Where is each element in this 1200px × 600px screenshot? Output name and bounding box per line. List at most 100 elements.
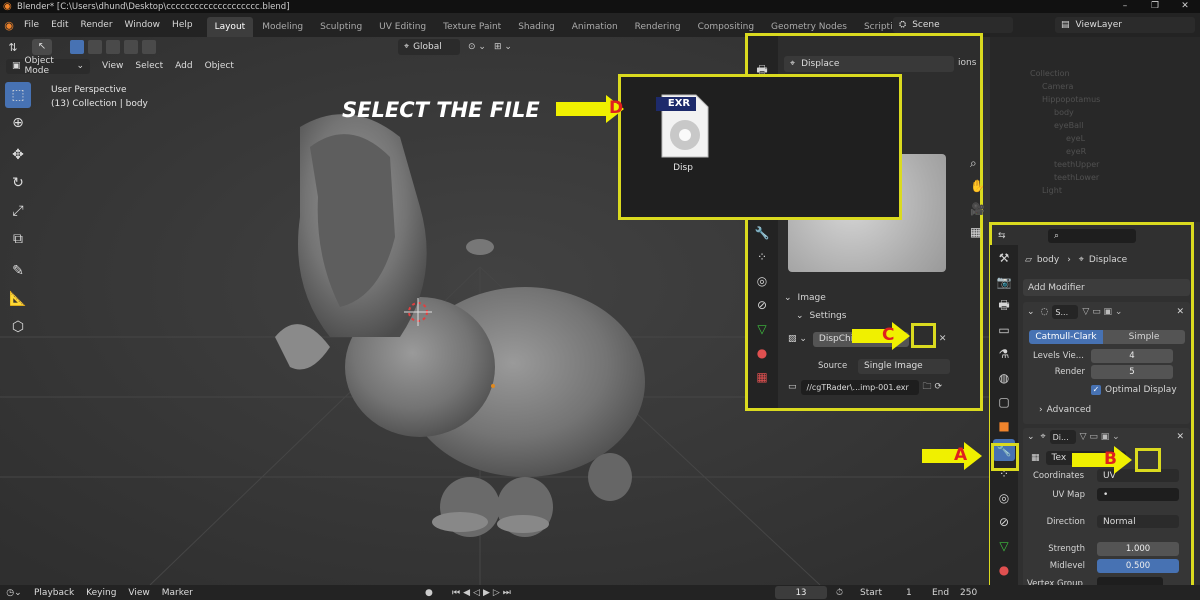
editor-type-icon[interactable]: ◷⌄ bbox=[0, 588, 28, 598]
outliner-item[interactable]: eyeR bbox=[1030, 145, 1200, 158]
ortho-grid-icon[interactable]: ▦ bbox=[970, 221, 985, 244]
mode-dropdown[interactable]: ▣ Object Mode ⌄ bbox=[6, 56, 90, 76]
modifier-toggles-icon[interactable]: ▽ ▭ ▣ ⌄ bbox=[1080, 432, 1120, 442]
outliner-item[interactable]: Hippopotamus bbox=[1030, 93, 1200, 106]
start-field[interactable]: 1 bbox=[906, 588, 912, 598]
texture-tab-icon[interactable]: ▦ bbox=[751, 366, 773, 388]
viewport-menu-view[interactable]: View bbox=[96, 58, 129, 74]
add-modifier-button[interactable]: Add Modifier bbox=[1023, 279, 1190, 296]
add-cube-tool-icon[interactable]: ⬡ bbox=[5, 314, 31, 340]
material-tab-icon[interactable]: ● bbox=[751, 342, 773, 364]
tab-layout[interactable]: Layout bbox=[206, 17, 254, 37]
maximize-button[interactable]: ❐ bbox=[1140, 0, 1170, 13]
close-window-button[interactable]: ✕ bbox=[1170, 0, 1200, 13]
viewport-menu-object[interactable]: Object bbox=[199, 58, 240, 74]
tab-texture-paint[interactable]: Texture Paint bbox=[435, 17, 509, 37]
blender-menu-icon[interactable]: ◉ bbox=[0, 19, 18, 32]
output-tab-icon[interactable]: 🖶 bbox=[993, 295, 1015, 317]
optimal-display-checkbox[interactable]: ✓ bbox=[1091, 385, 1101, 395]
exr-file-item[interactable]: EXR Disp bbox=[656, 91, 710, 173]
outliner-item[interactable]: teethLower bbox=[1030, 171, 1200, 184]
menu-help[interactable]: Help bbox=[166, 13, 199, 37]
tab-animation[interactable]: Animation bbox=[564, 17, 626, 37]
expand-chevron-icon[interactable]: ⌄ bbox=[1027, 307, 1035, 317]
select-subtract-icon[interactable] bbox=[106, 40, 120, 54]
outliner-item[interactable]: Collection bbox=[1030, 67, 1200, 80]
move-tool-icon[interactable]: ✥ bbox=[5, 142, 31, 168]
menu-render[interactable]: Render bbox=[75, 13, 119, 37]
select-box-icon[interactable] bbox=[70, 40, 84, 54]
texture-datablock[interactable]: ⌖ Displace bbox=[784, 56, 954, 72]
outliner-item[interactable]: Light bbox=[1030, 184, 1200, 197]
tab-shading[interactable]: Shading bbox=[510, 17, 563, 37]
menu-window[interactable]: Window bbox=[119, 13, 167, 37]
scene-selector[interactable]: ⛭ Scene bbox=[893, 17, 1013, 33]
menu-edit[interactable]: Edit bbox=[45, 13, 74, 37]
simple-button[interactable]: Simple bbox=[1103, 330, 1185, 344]
advanced-label[interactable]: Advanced bbox=[1047, 405, 1091, 415]
zoom-icon[interactable]: ⌕ bbox=[970, 152, 985, 175]
browse-folder-icon[interactable]: 🗀 bbox=[923, 379, 932, 395]
file-pack-icon[interactable]: ▭ bbox=[788, 382, 797, 392]
cursor-tool-icon[interactable]: ⊕ bbox=[5, 110, 31, 136]
view-layer-selector[interactable]: ▤ ViewLayer bbox=[1055, 17, 1195, 33]
annotate-tool-icon[interactable]: ✎ bbox=[5, 258, 31, 284]
image-icon[interactable]: ▨ ⌄ bbox=[788, 334, 807, 344]
stopwatch-icon[interactable]: ⏱ bbox=[836, 588, 843, 598]
transform-tool-icon[interactable]: ⧉ bbox=[5, 226, 31, 252]
select-invert-icon[interactable] bbox=[124, 40, 138, 54]
select-intersect-icon[interactable] bbox=[142, 40, 156, 54]
remove-modifier-icon[interactable]: ✕ bbox=[1176, 432, 1184, 442]
catmull-clark-button[interactable]: Catmull-Clark bbox=[1029, 330, 1103, 344]
orientation-dropdown[interactable]: ⌖ Global bbox=[398, 39, 460, 55]
viewport-menu-select[interactable]: Select bbox=[129, 58, 169, 74]
current-frame-field[interactable]: 13 bbox=[775, 586, 827, 599]
render-levels-field[interactable]: 5 bbox=[1091, 365, 1173, 379]
playback-controls-icon[interactable]: ⏮◀◁▶▷⏭ bbox=[452, 588, 514, 598]
tab-sculpting[interactable]: Sculpting bbox=[312, 17, 370, 37]
world-tab-icon[interactable]: ◍ bbox=[993, 367, 1015, 389]
tab-modeling[interactable]: Modeling bbox=[254, 17, 311, 37]
editor-type-icon[interactable]: ⇆ bbox=[998, 231, 1018, 241]
properties-search[interactable]: ⌕ bbox=[1048, 229, 1136, 243]
collection-tab-icon[interactable]: ▢ bbox=[993, 391, 1015, 413]
levels-field[interactable]: 4 bbox=[1091, 349, 1173, 363]
scene-tab-icon[interactable]: ⚗ bbox=[993, 343, 1015, 365]
modifier-toggles-icon[interactable]: ▽ ▭ ▣ ⌄ bbox=[1082, 307, 1122, 317]
midlevel-field[interactable]: 0.500 bbox=[1097, 559, 1179, 573]
constraints-tab-icon[interactable]: ⊘ bbox=[993, 511, 1015, 533]
subsurf-name-field[interactable]: S... bbox=[1052, 305, 1079, 319]
physics-tab-icon[interactable]: ◎ bbox=[993, 487, 1015, 509]
outliner-item[interactable]: eyeBall bbox=[1030, 119, 1200, 132]
snap-icon[interactable]: ⊞ ⌄ bbox=[494, 42, 512, 52]
measure-tool-icon[interactable]: 📐 bbox=[5, 286, 31, 312]
select-extend-icon[interactable] bbox=[88, 40, 102, 54]
tab-uv-editing[interactable]: UV Editing bbox=[371, 17, 434, 37]
outliner[interactable]: Collection Camera Hippopotamus body eyeB… bbox=[990, 37, 1200, 222]
rotate-tool-icon[interactable]: ↻ bbox=[5, 170, 31, 196]
displace-name-field[interactable]: Di... bbox=[1049, 430, 1076, 444]
minimize-button[interactable]: – bbox=[1110, 0, 1140, 13]
constraints-tab-icon[interactable]: ⊘ bbox=[751, 294, 773, 316]
source-dropdown[interactable]: Single Image bbox=[858, 358, 950, 374]
material-tab-icon[interactable]: ● bbox=[993, 559, 1015, 581]
physics-tab-icon[interactable]: ◎ bbox=[751, 270, 773, 292]
object-tab-icon[interactable]: ■ bbox=[993, 415, 1015, 437]
direction-dropdown[interactable]: Normal bbox=[1097, 515, 1179, 528]
image-section-header[interactable]: ⌄ Image bbox=[784, 291, 974, 305]
texture-options-label[interactable]: ions bbox=[958, 58, 976, 68]
timeline-menu-marker[interactable]: Marker bbox=[156, 585, 199, 600]
particles-tab-icon[interactable]: ⁘ bbox=[751, 246, 773, 268]
tab-rendering[interactable]: Rendering bbox=[627, 17, 689, 37]
uv-map-field[interactable]: • bbox=[1097, 488, 1179, 501]
select-tool-icon[interactable]: ⬚ bbox=[5, 82, 31, 108]
chevron-right-icon[interactable]: › bbox=[1039, 405, 1043, 415]
view-layer-tab-icon[interactable]: ▭ bbox=[993, 319, 1015, 341]
strength-field[interactable]: 1.000 bbox=[1097, 542, 1179, 556]
viewport-menu-add[interactable]: Add bbox=[169, 58, 198, 74]
outliner-item[interactable]: eyeL bbox=[1030, 132, 1200, 145]
reload-icon[interactable]: ⟳ bbox=[935, 382, 943, 392]
remove-modifier-icon[interactable]: ✕ bbox=[1176, 307, 1184, 317]
settings-section-header[interactable]: ⌄ Settings bbox=[796, 309, 976, 323]
end-field[interactable]: 250 bbox=[960, 588, 977, 598]
